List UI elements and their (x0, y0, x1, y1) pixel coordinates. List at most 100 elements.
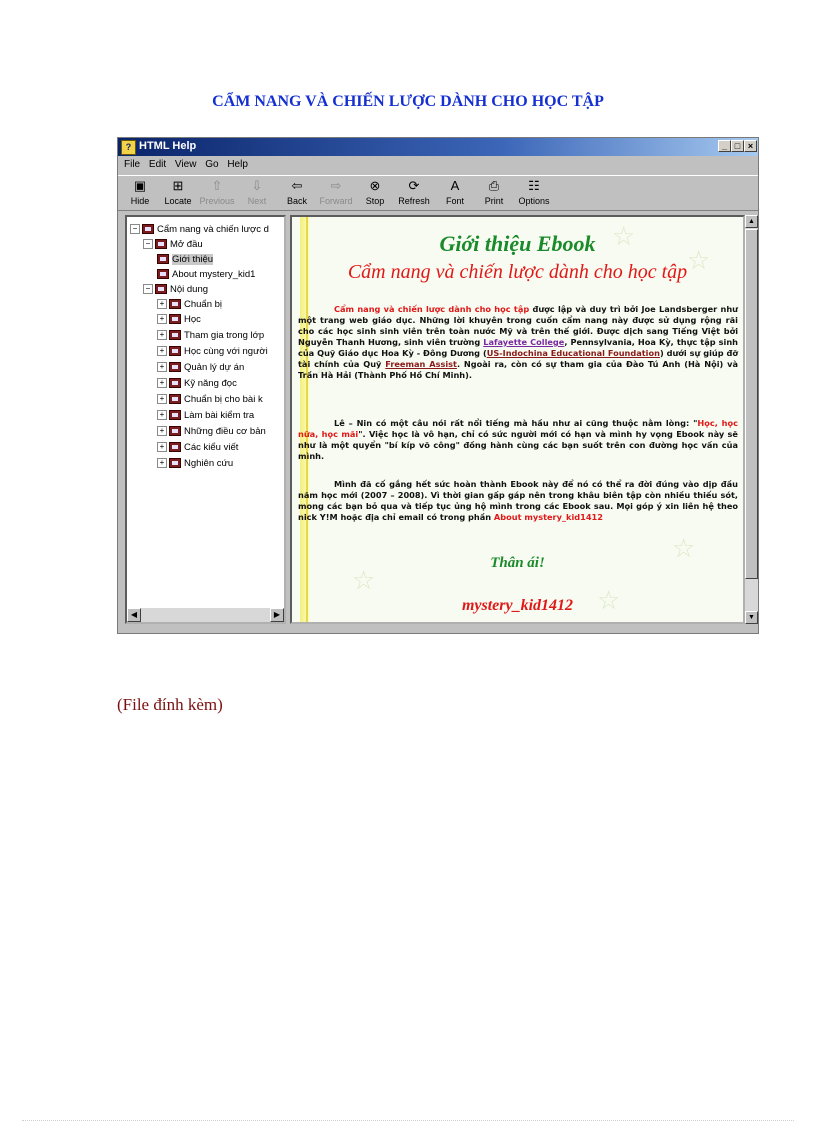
content-vertical-scrollbar[interactable]: ▲ ▼ (745, 215, 758, 624)
options-icon: ☷ (528, 178, 540, 193)
expand-icon[interactable]: + (157, 410, 167, 421)
topic-content-pane[interactable]: ☆ ☆ ☆ ☆ ☆ ☆ Giới thiệu Ebook Cẩm nang và… (290, 215, 745, 624)
tree-item-gioi-thieu[interactable]: Giới thiệu (157, 253, 214, 267)
lafayette-link[interactable]: Lafayette College (483, 337, 564, 347)
tree-item[interactable]: + Tham gia trong lớp (157, 329, 264, 343)
options-button[interactable]: ☷ Options (515, 178, 553, 206)
scroll-left-icon[interactable]: ◀ (127, 608, 141, 622)
menu-view[interactable]: View (175, 159, 197, 170)
book-icon (169, 314, 181, 325)
menu-edit[interactable]: Edit (149, 159, 166, 170)
closing-paragraph: Mình đã cố gắng hết sức hoàn thành Ebook… (298, 479, 738, 522)
tree-item-about[interactable]: About mystery_kid1 (157, 268, 255, 282)
close-button[interactable]: × (744, 140, 757, 152)
hide-icon: ▣ (133, 178, 147, 193)
book-icon (157, 254, 169, 265)
expand-icon[interactable]: + (157, 314, 167, 325)
contents-tree[interactable]: − Cẩm nang và chiến lược d − Mở đầu Giới t… (125, 215, 286, 624)
scroll-right-icon[interactable]: ▶ (270, 608, 284, 622)
tree-item[interactable]: + Học (157, 313, 201, 327)
book-icon (169, 458, 181, 469)
book-icon (169, 346, 181, 357)
menu-help[interactable]: Help (227, 159, 248, 170)
maximize-button[interactable]: □ (731, 140, 744, 152)
scroll-up-icon[interactable]: ▲ (745, 215, 758, 228)
book-icon (155, 284, 167, 295)
page-bottom-rule (22, 1120, 794, 1121)
collapse-icon[interactable]: − (130, 224, 140, 235)
intro-paragraph: Cẩm nang và chiến lược dành cho học tập … (298, 304, 739, 380)
collapse-icon[interactable]: − (143, 239, 153, 250)
thanks-text: Thân ái! (490, 555, 545, 571)
window-title: HTML Help (139, 140, 197, 152)
expand-icon[interactable]: + (157, 394, 167, 405)
menu-file[interactable]: File (124, 159, 140, 170)
scroll-thumb[interactable] (745, 229, 758, 579)
back-arrow-icon: ⇦ (291, 178, 303, 193)
expand-icon[interactable]: + (157, 458, 167, 469)
tree-section-noi-dung[interactable]: − Nội dung (143, 283, 208, 297)
tree-item[interactable]: + Những điều cơ bản (157, 425, 266, 439)
forward-arrow-icon: ⇨ (330, 178, 342, 193)
stop-icon: ⊗ (369, 178, 381, 193)
book-icon (169, 410, 181, 421)
expand-icon[interactable]: + (157, 378, 167, 389)
tree-horizontal-scrollbar[interactable]: ◀ ▶ (127, 608, 284, 622)
tree-section-mo-dau[interactable]: − Mở đầu (143, 238, 203, 252)
expand-icon[interactable]: + (157, 362, 167, 373)
back-button[interactable]: ⇦ Back (278, 178, 316, 206)
expand-icon[interactable]: + (157, 442, 167, 453)
font-button[interactable]: A Font (436, 178, 474, 206)
window-titlebar[interactable]: ? HTML Help _ □ × (118, 138, 758, 156)
hide-button[interactable]: ▣ Hide (121, 178, 159, 206)
print-icon: ⎙ (488, 178, 500, 193)
document-title: CẨM NANG VÀ CHIẾN LƯỢC DÀNH CHO HỌC TẬP (212, 93, 604, 110)
tree-item[interactable]: + Các kiểu viết (157, 441, 238, 455)
refresh-button[interactable]: ⟳ Refresh (395, 178, 433, 206)
help-app-icon: ? (121, 140, 136, 155)
book-icon (169, 378, 181, 389)
window-bottom-edge (118, 626, 758, 633)
locate-button[interactable]: ⊞ Locate (159, 178, 197, 206)
expand-icon[interactable]: + (157, 299, 167, 310)
author-signature: mystery_kid1412 (461, 597, 574, 614)
quote-paragraph: Lê – Nin có một câu nói rất nổi tiếng mà… (298, 418, 738, 461)
tree-item[interactable]: + Kỹ năng đọc (157, 377, 237, 391)
print-button[interactable]: ⎙ Print (475, 178, 513, 206)
tree-item[interactable]: + Quản lý dự án (157, 361, 244, 375)
next-button[interactable]: ⇩ Next (238, 178, 276, 206)
minimize-button[interactable]: _ (718, 140, 731, 152)
book-icon (142, 224, 154, 235)
stop-button[interactable]: ⊗ Stop (356, 178, 394, 206)
about-link[interactable]: About mystery_kid1412 (494, 512, 603, 522)
font-icon: A (450, 178, 460, 193)
book-icon (157, 269, 169, 280)
forward-button[interactable]: ⇨ Forward (317, 178, 355, 206)
locate-icon: ⊞ (172, 178, 184, 193)
up-arrow-icon: ⇧ (211, 178, 223, 193)
scroll-down-icon[interactable]: ▼ (745, 611, 758, 624)
book-icon (169, 362, 181, 373)
freeman-link[interactable]: Freeman Assist (385, 359, 457, 369)
book-icon (169, 426, 181, 437)
usief-link[interactable]: US-Indochina Educational Foundation (487, 348, 660, 358)
toolbar: ▣ Hide ⊞ Locate ⇧ Previous ⇩ Next ⇦ Back ⇨ For… (118, 175, 758, 211)
tree-item[interactable]: + Chuẩn bị cho bài k (157, 393, 263, 407)
refresh-icon: ⟳ (408, 178, 420, 193)
book-icon (169, 442, 181, 453)
down-arrow-icon: ⇩ (251, 178, 263, 193)
tree-item[interactable]: + Nghiên cứu (157, 457, 233, 471)
expand-icon[interactable]: + (157, 346, 167, 357)
tree-item[interactable]: + Học cùng với người (157, 345, 268, 359)
menu-go[interactable]: Go (205, 159, 218, 170)
html-help-window: ? HTML Help _ □ × File Edit View Go Help… (117, 137, 759, 634)
collapse-icon[interactable]: − (143, 284, 153, 295)
ebook-heading: Giới thiệu Ebook (439, 231, 596, 256)
menu-bar: File Edit View Go Help (118, 157, 758, 173)
expand-icon[interactable]: + (157, 330, 167, 341)
expand-icon[interactable]: + (157, 426, 167, 437)
tree-root[interactable]: − Cẩm nang và chiến lược d (130, 223, 269, 237)
tree-item[interactable]: + Làm bài kiểm tra (157, 409, 254, 423)
previous-button[interactable]: ⇧ Previous (198, 178, 236, 206)
tree-item[interactable]: + Chuẩn bị (157, 298, 222, 312)
